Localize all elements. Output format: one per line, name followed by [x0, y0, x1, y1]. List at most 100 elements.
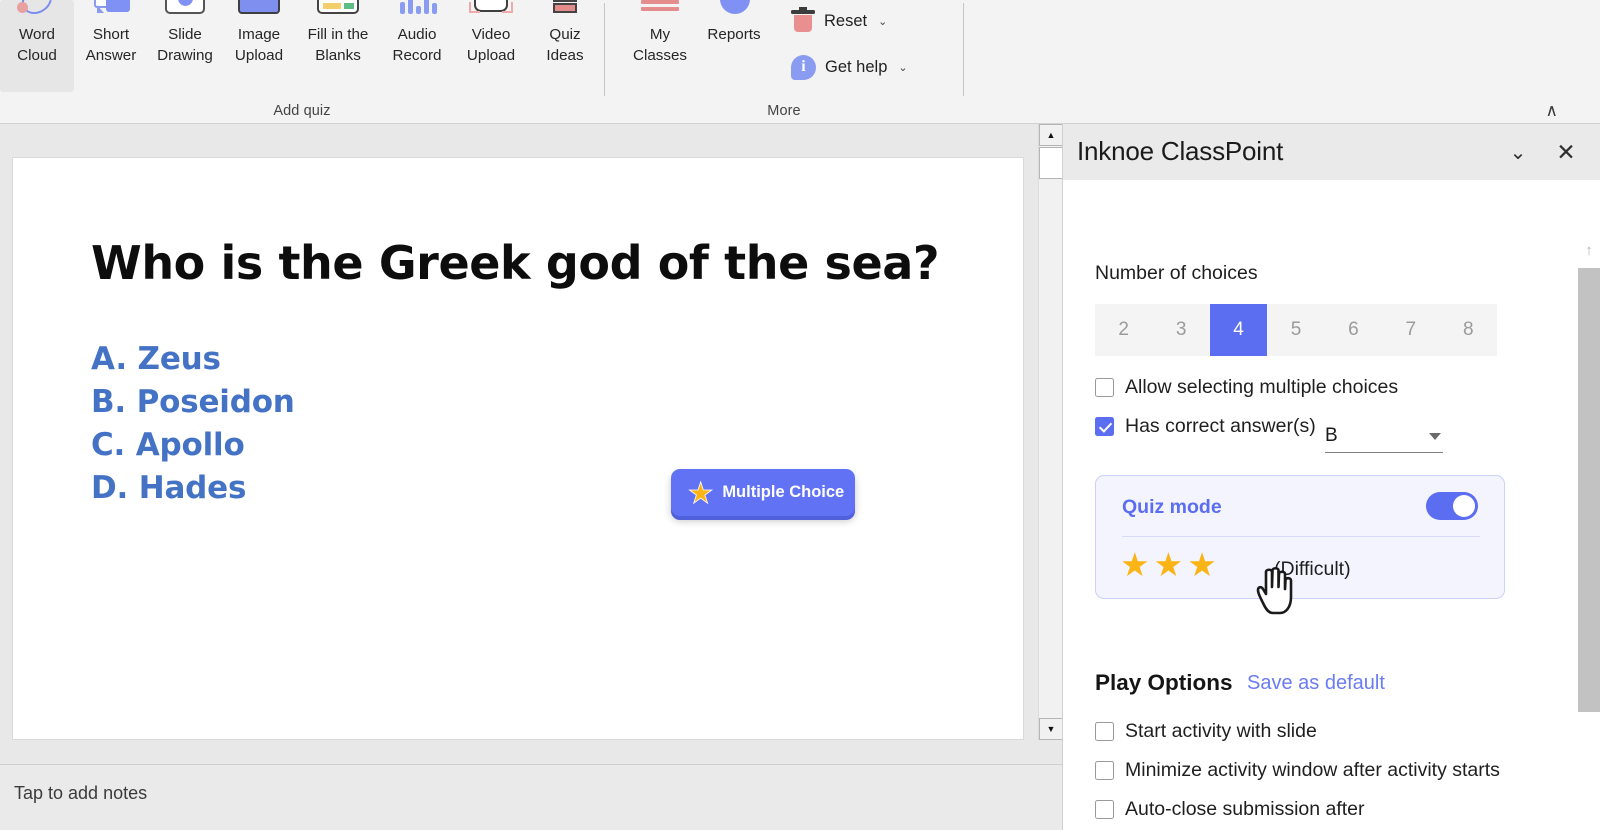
choice-count-option-7[interactable]: 7	[1382, 304, 1439, 356]
notes-placeholder: Tap to add notes	[14, 783, 148, 803]
ribbon-group-add-quiz: Word Cloud Short Answer Slide Drawing Im…	[0, 0, 604, 123]
trash-icon	[791, 7, 815, 34]
play-options-title: Play Options	[1095, 670, 1233, 695]
speech-bubble-icon	[88, 0, 134, 22]
start-activity-with-slide-row[interactable]: Start activity with slide	[1095, 720, 1317, 743]
reset-label: Reset	[824, 11, 868, 30]
slide-workspace: Who is the Greek god of the sea? A. Zeus…	[0, 124, 1062, 764]
panel-vertical-scrollbar[interactable]: ↑ ↓	[1577, 236, 1600, 830]
star-icon-3[interactable]: ★	[1187, 548, 1217, 581]
allow-multiple-choices-checkbox[interactable]	[1095, 378, 1114, 397]
ribbon-button-label: Quiz Ideas	[546, 26, 584, 64]
ribbon-button-fill-in-the-blanks[interactable]: Fill in the Blanks	[296, 0, 380, 92]
chevron-down-icon: ⌄	[878, 15, 888, 28]
auto-close-submission-checkbox[interactable]	[1095, 800, 1114, 819]
divider	[1122, 536, 1480, 537]
ribbon-group-more: My Classes Reports Reset ⌄ i Get help ⌄ …	[605, 0, 963, 123]
scrollbar-thumb[interactable]	[1039, 147, 1063, 179]
word-cloud-icon	[14, 0, 60, 22]
powerpoint-classpoint-window: Word Cloud Short Answer Slide Drawing Im…	[0, 0, 1600, 830]
reports-icon	[711, 0, 757, 22]
slide-choice[interactable]: A. Zeus	[91, 338, 295, 381]
ribbon-button-get-help[interactable]: i Get help ⌄	[783, 46, 918, 88]
slide-choice[interactable]: D. Hades	[91, 467, 295, 510]
panel-scrollbar-thumb[interactable]	[1578, 268, 1600, 712]
ribbon-button-short-answer[interactable]: Short Answer	[74, 0, 148, 92]
ribbon-button-label: Word Cloud	[17, 26, 57, 64]
audio-waveform-icon	[394, 0, 440, 22]
has-correct-answer-checkbox[interactable]	[1095, 417, 1114, 436]
panel-minimize-button[interactable]: ⌄	[1501, 136, 1535, 168]
choice-count-option-3[interactable]: 3	[1152, 304, 1209, 356]
auto-close-submission-row[interactable]: Auto-close submission after	[1095, 798, 1365, 821]
info-icon: i	[791, 54, 816, 80]
ribbon-button-label: Image Upload	[234, 26, 284, 64]
chevron-down-icon	[1429, 433, 1441, 440]
minimize-activity-window-label: Minimize activity window after activity …	[1125, 759, 1500, 781]
quiz-mode-label: Quiz mode	[1122, 496, 1222, 518]
scroll-up-arrow-icon[interactable]: ▲	[1039, 124, 1063, 146]
ribbon-button-label: Short Answer	[85, 26, 137, 64]
ribbon-button-reset[interactable]: Reset ⌄	[783, 0, 918, 42]
slide-choice[interactable]: B. Poseidon	[91, 381, 295, 424]
allow-multiple-choices-row[interactable]: Allow selecting multiple choices	[1095, 376, 1398, 399]
number-of-choices-label: Number of choices	[1095, 262, 1258, 284]
chevron-down-icon: ⌄	[898, 61, 908, 74]
image-upload-icon	[236, 0, 282, 22]
number-of-choices-selector[interactable]: 2 3 4 5 6 7 8	[1095, 304, 1497, 356]
ribbon-button-reports[interactable]: Reports	[697, 0, 771, 92]
classpoint-panel: Inknoe ClassPoint ⌄ ✕ Number of choices …	[1062, 124, 1600, 830]
quiz-mode-card: Quiz mode ★ ★ ★ (Difficult)	[1095, 475, 1505, 615]
ribbon-button-label: Video Upload	[466, 26, 516, 64]
quiz-ideas-icon	[542, 0, 588, 22]
ribbon-group-divider	[963, 3, 964, 96]
get-help-label: Get help	[825, 57, 888, 76]
ribbon-button-label: Reports	[707, 26, 761, 43]
quiz-mode-toggle[interactable]	[1426, 492, 1478, 520]
ribbon-group-label: Add quiz	[273, 103, 331, 119]
start-activity-with-slide-label: Start activity with slide	[1125, 720, 1317, 742]
multiple-choice-badge[interactable]: ★ Multiple Choice	[671, 469, 855, 516]
has-correct-answer-label: Has correct answer(s)	[1125, 415, 1316, 437]
difficulty-star-rating[interactable]: ★ ★ ★	[1120, 548, 1217, 581]
choice-count-option-6[interactable]: 6	[1325, 304, 1382, 356]
choice-count-option-8[interactable]: 8	[1440, 304, 1497, 356]
ribbon: Word Cloud Short Answer Slide Drawing Im…	[0, 0, 1600, 124]
correct-answer-dropdown[interactable]: B	[1325, 423, 1443, 453]
minimize-activity-window-checkbox[interactable]	[1095, 761, 1114, 780]
fill-in-blanks-icon	[315, 0, 361, 22]
has-correct-answer-row[interactable]: Has correct answer(s)	[1095, 415, 1316, 438]
start-activity-with-slide-checkbox[interactable]	[1095, 722, 1114, 741]
panel-scroll-up-arrow-icon[interactable]: ↑	[1577, 238, 1600, 262]
ribbon-collapse-button[interactable]: ∧	[1546, 102, 1558, 119]
toggle-knob	[1453, 495, 1475, 517]
ribbon-button-audio-record[interactable]: Audio Record	[380, 0, 454, 92]
star-icon-2[interactable]: ★	[1154, 548, 1184, 581]
ribbon-button-word-cloud[interactable]: Word Cloud	[0, 0, 74, 92]
difficulty-label: (Difficult)	[1274, 558, 1351, 580]
choice-count-option-4[interactable]: 4	[1209, 304, 1268, 356]
panel-close-button[interactable]: ✕	[1549, 136, 1583, 168]
ribbon-button-my-classes[interactable]: My Classes	[623, 0, 697, 92]
choice-count-option-2[interactable]: 2	[1095, 304, 1152, 356]
slide-vertical-scrollbar[interactable]: ▲ ▼	[1038, 124, 1063, 740]
notes-pane[interactable]: Tap to add notes	[0, 764, 1062, 830]
ribbon-button-image-upload[interactable]: Image Upload	[222, 0, 296, 92]
ribbon-button-slide-drawing[interactable]: Slide Drawing	[148, 0, 222, 92]
ribbon-button-label: Slide Drawing	[157, 26, 213, 64]
star-icon-1[interactable]: ★	[1120, 548, 1150, 581]
ribbon-button-quiz-ideas[interactable]: Quiz Ideas	[528, 0, 602, 92]
slide-choice[interactable]: C. Apollo	[91, 424, 295, 467]
slide-canvas[interactable]: Who is the Greek god of the sea? A. Zeus…	[12, 157, 1024, 740]
slide-choices-list: A. Zeus B. Poseidon C. Apollo D. Hades	[91, 338, 295, 510]
correct-answer-value: B	[1325, 425, 1338, 446]
slide-question-title[interactable]: Who is the Greek god of the sea?	[91, 236, 951, 290]
save-as-default-link[interactable]: Save as default	[1247, 672, 1385, 695]
choice-count-option-5[interactable]: 5	[1267, 304, 1324, 356]
slide-drawing-icon	[162, 0, 208, 22]
allow-multiple-choices-label: Allow selecting multiple choices	[1125, 376, 1399, 398]
scroll-down-arrow-icon[interactable]: ▼	[1039, 718, 1063, 740]
minimize-activity-window-row[interactable]: Minimize activity window after activity …	[1095, 759, 1500, 782]
video-upload-icon	[468, 0, 514, 22]
ribbon-button-video-upload[interactable]: Video Upload	[454, 0, 528, 92]
